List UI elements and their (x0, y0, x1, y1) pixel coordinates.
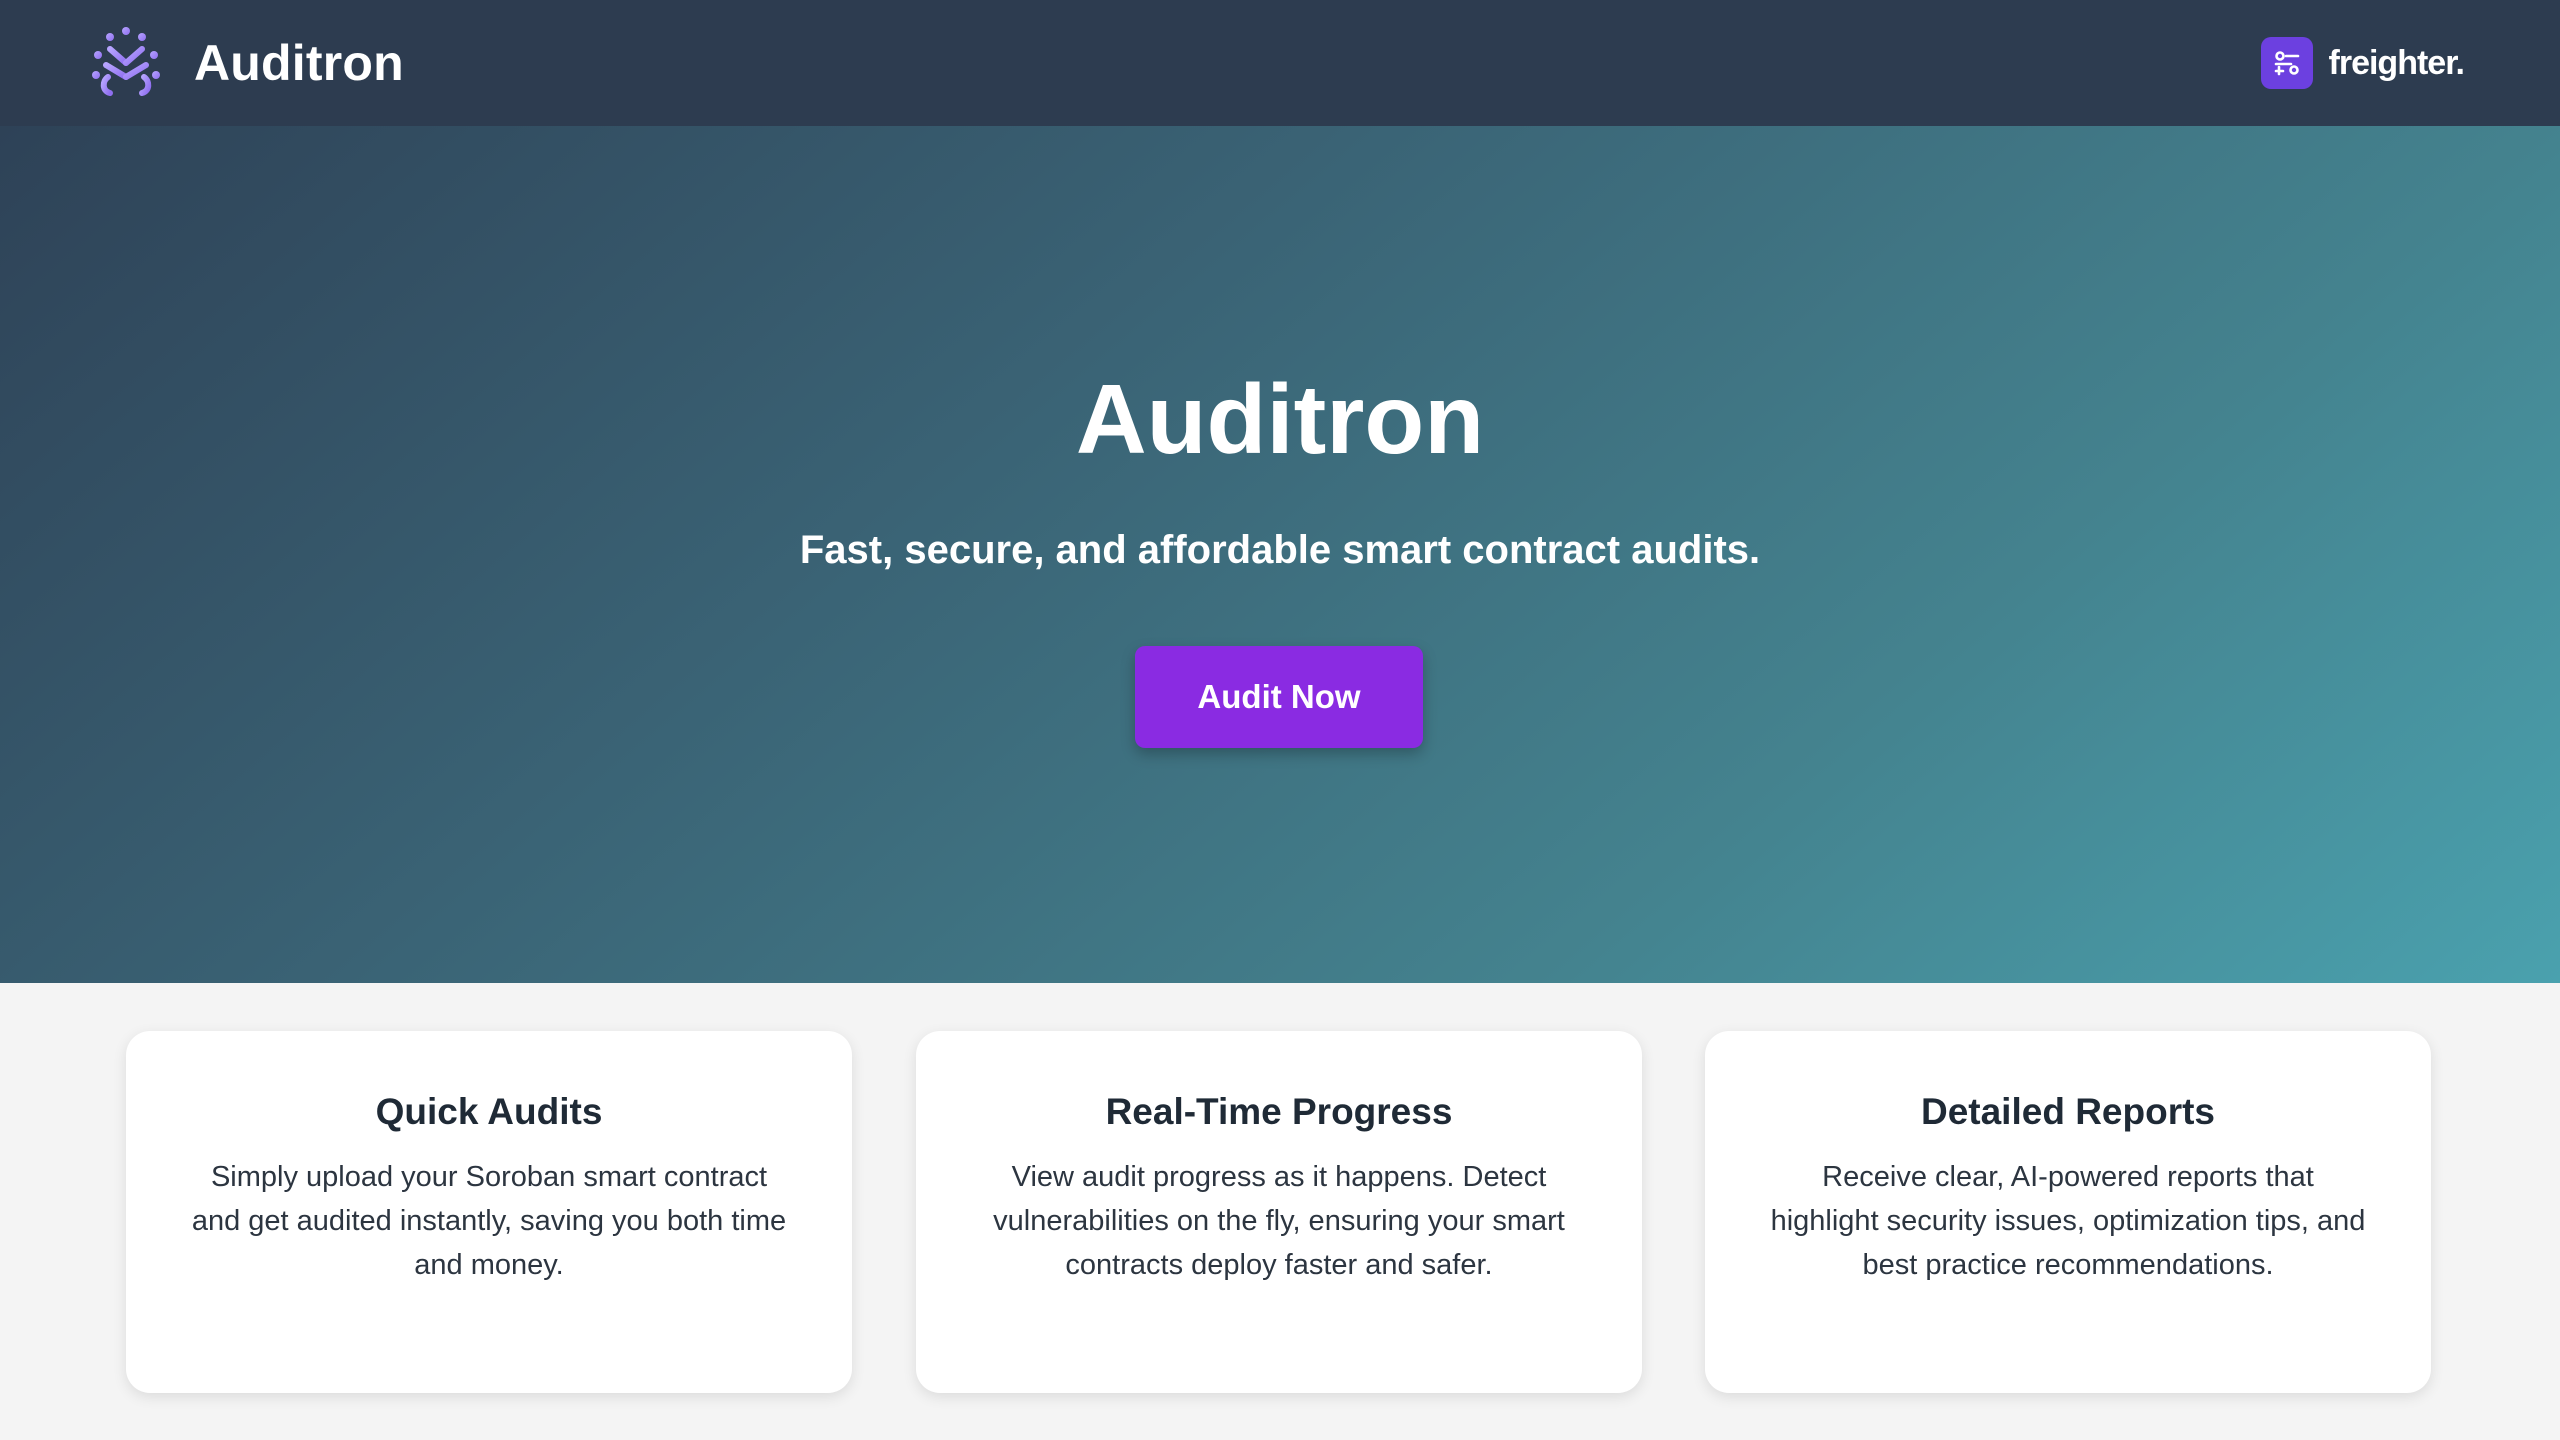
wallet-label: freighter. (2328, 43, 2465, 82)
feature-card-text: View audit progress as it happens. Detec… (993, 1161, 1565, 1281)
hero-section: Auditron Fast, secure, and affordable sm… (0, 126, 2560, 983)
features-section: Quick Audits Simply upload your Soroban … (0, 983, 2560, 1440)
feature-card-title: Detailed Reports (1920, 1091, 2215, 1132)
feature-card-text: Simply upload your Soroban smart contrac… (191, 1161, 787, 1281)
feature-card-title: Real-Time Progress (1105, 1091, 1453, 1132)
feature-card-real-time-progress: Real-Time Progress View audit progress a… (916, 1031, 1642, 1393)
top-navbar: Auditron freighter. (0, 0, 2560, 126)
brand[interactable]: Auditron (84, 21, 404, 105)
freighter-wallet-icon (2260, 37, 2313, 89)
hero-title: Auditron (1075, 364, 1485, 474)
auditron-logo-icon (92, 27, 160, 102)
freighter-wallet-button[interactable]: freighter. (2260, 37, 2465, 89)
feature-card-quick-audits: Quick Audits Simply upload your Soroban … (126, 1031, 852, 1393)
brand-name: Auditron (194, 35, 404, 91)
feature-card-title: Quick Audits (375, 1091, 603, 1132)
feature-card-detailed-reports: Detailed Reports Receive clear, AI-power… (1705, 1031, 2431, 1393)
feature-card-text: Receive clear, AI-powered reports that h… (1770, 1161, 2366, 1281)
hero-subtitle: Fast, secure, and affordable smart contr… (799, 528, 1761, 572)
audit-now-button[interactable]: Audit Now (1135, 646, 1423, 748)
